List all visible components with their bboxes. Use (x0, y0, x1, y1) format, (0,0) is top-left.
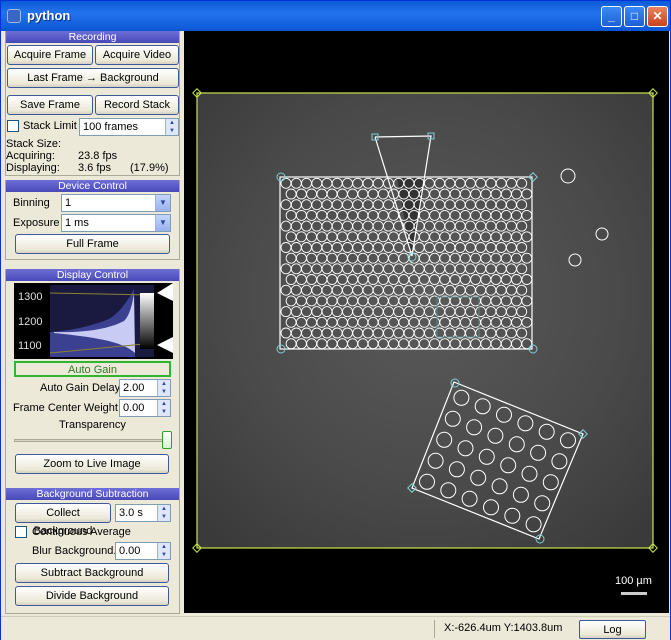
python-app-icon (7, 9, 21, 23)
displaying-percent: (17.9%) (130, 162, 169, 174)
collect-time-value: 3.0 s (119, 507, 143, 519)
up-arrow-icon[interactable]: ▲ (158, 505, 170, 513)
frame-center-weight-spinbox[interactable]: 0.00 ▲ ▼ (119, 399, 171, 417)
main-window: python _ □ ✕ Recording Acquire Frame Acq… (0, 0, 671, 640)
blur-background-value: 0.00 (119, 545, 141, 557)
histogram-tick: 1200 (18, 316, 42, 328)
status-bar: X:-626.4um Y:1403.8um Log (1, 616, 670, 640)
acquiring-value: 23.8 fps (78, 150, 118, 162)
collect-background-button[interactable]: Collect Background (15, 503, 111, 537)
last-frame-to-background-button[interactable]: Last Frame → Background (7, 68, 179, 88)
blur-background-stepper[interactable]: ▲ ▼ (157, 543, 170, 559)
displaying-label: Displaying: (6, 162, 60, 174)
scale-bar (621, 592, 647, 595)
exposure-value: 1 ms (65, 217, 89, 229)
chevron-down-icon[interactable]: ▼ (155, 195, 170, 211)
down-arrow-icon[interactable]: ▼ (158, 388, 170, 396)
auto-gain-button[interactable]: Auto Gain (14, 361, 171, 377)
blur-background-spinbox[interactable]: 0.00 ▲ ▼ (115, 542, 171, 560)
background-subtraction-header: Background Subtraction (6, 488, 179, 500)
auto-gain-delay-value: 2.00 (123, 382, 145, 394)
binning-select[interactable]: 1 ▼ (61, 194, 171, 212)
device-control-group: Device Control Binning 1 ▼ Exposure 1 ms… (5, 180, 180, 260)
continuous-average-checkbox[interactable] (15, 526, 27, 538)
displaying-value: 3.6 fps (78, 162, 112, 174)
control-panel: Recording Acquire Frame Acquire Video La… (5, 31, 180, 616)
acquire-frame-button[interactable]: Acquire Frame (7, 45, 93, 65)
exposure-select[interactable]: 1 ms ▼ (61, 214, 171, 232)
auto-gain-delay-spinbox[interactable]: 2.00 ▲ ▼ (119, 379, 171, 397)
up-arrow-icon[interactable]: ▲ (158, 543, 170, 551)
status-separator (434, 620, 435, 638)
transparency-label: Transparency (59, 419, 126, 431)
display-control-header: Display Control (6, 269, 179, 281)
close-button[interactable]: ✕ (647, 6, 668, 27)
stack-size-label: Stack Size: (6, 138, 62, 150)
auto-gain-delay-label: Auto Gain Delay (40, 382, 121, 394)
minimize-button[interactable]: _ (601, 6, 622, 27)
camera-frame-image (197, 93, 653, 548)
record-stack-button[interactable]: Record Stack (95, 95, 179, 115)
cursor-coordinates: X:-626.4um Y:1403.8um (444, 622, 563, 634)
stack-limit-label: Stack Limit (23, 120, 77, 132)
chevron-down-icon[interactable]: ▼ (155, 215, 170, 231)
collect-time-spinbox[interactable]: 3.0 s ▲ ▼ (115, 504, 171, 522)
save-frame-button[interactable]: Save Frame (7, 95, 93, 115)
binning-label: Binning (13, 197, 50, 209)
background-subtraction-group: Background Subtraction Collect Backgroun… (5, 488, 180, 614)
frame-center-weight-value: 0.00 (123, 402, 145, 414)
stack-limit-checkbox[interactable] (7, 120, 19, 132)
acquiring-label: Acquiring: (6, 150, 55, 162)
frame-center-weight-label: Frame Center Weight (13, 402, 118, 414)
image-canvas[interactable]: 100 µm (184, 31, 669, 613)
up-arrow-icon[interactable]: ▲ (158, 400, 170, 408)
log-button[interactable]: Log (579, 620, 646, 639)
up-arrow-icon[interactable]: ▲ (158, 380, 170, 388)
collect-time-stepper[interactable]: ▲ ▼ (157, 505, 170, 521)
camera-image-viewport[interactable]: 100 µm (184, 31, 669, 613)
maximize-button[interactable]: □ (624, 6, 645, 27)
exposure-label: Exposure (13, 217, 60, 229)
down-arrow-icon[interactable]: ▼ (158, 551, 170, 559)
up-arrow-icon[interactable]: ▲ (166, 119, 178, 127)
title-bar[interactable]: python _ □ ✕ (1, 1, 670, 31)
down-arrow-icon[interactable]: ▼ (158, 408, 170, 416)
subtract-background-button[interactable]: Subtract Background (15, 563, 169, 583)
stack-limit-spinbox[interactable]: 100 frames ▲ ▼ (79, 118, 179, 136)
device-control-header: Device Control (6, 180, 179, 192)
histogram-tick: 1300 (18, 291, 42, 303)
histogram-tick: 1100 (18, 340, 42, 352)
down-arrow-icon[interactable]: ▼ (158, 513, 170, 521)
divide-background-button[interactable]: Divide Background (15, 586, 169, 606)
display-control-group: Display Control 1300 1200 1100 Auto Gain… (5, 269, 180, 507)
recording-header: Recording (6, 31, 179, 43)
transparency-slider-handle[interactable] (162, 431, 172, 449)
stack-limit-value: 100 frames (83, 121, 139, 133)
stack-limit-stepper[interactable]: ▲ ▼ (165, 119, 178, 135)
scale-bar-label: 100 µm (615, 575, 652, 587)
acquire-video-button[interactable]: Acquire Video (95, 45, 179, 65)
frame-center-weight-stepper[interactable]: ▲ ▼ (157, 400, 170, 416)
transparency-slider-track[interactable] (14, 439, 172, 442)
binning-value: 1 (65, 197, 72, 209)
down-arrow-icon[interactable]: ▼ (166, 127, 178, 135)
blur-background-label: Blur Background. (32, 545, 117, 557)
full-frame-button[interactable]: Full Frame (15, 234, 170, 254)
continuous-average-label: Continuous Average (32, 526, 131, 538)
recording-group: Recording Acquire Frame Acquire Video La… (5, 31, 180, 176)
zoom-to-live-image-button[interactable]: Zoom to Live Image (15, 454, 169, 474)
histogram-widget[interactable]: 1300 1200 1100 (14, 283, 173, 359)
window-title: python (27, 8, 71, 23)
auto-gain-delay-stepper[interactable]: ▲ ▼ (157, 380, 170, 396)
